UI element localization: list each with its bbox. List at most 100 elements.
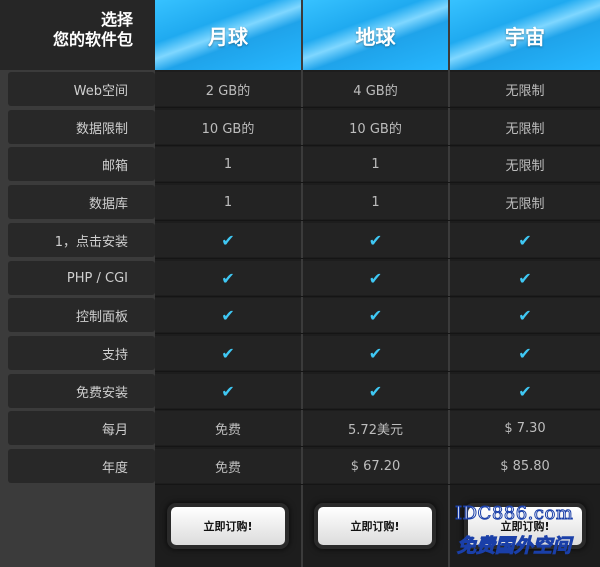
cell-value: 无限制	[505, 121, 545, 137]
row-separator	[155, 107, 600, 108]
feature-cell: 无限制	[450, 147, 600, 181]
feature-cell: 免费	[155, 411, 301, 445]
order-button-moon[interactable]: 立即订购!	[171, 507, 285, 545]
check-icon: ✔	[518, 305, 532, 325]
feature-cell: 1	[155, 147, 301, 181]
feature-cell: 无限制	[450, 185, 600, 219]
check-icon: ✔	[221, 230, 235, 250]
row-label: 支持	[8, 336, 155, 370]
check-icon: ✔	[368, 305, 383, 325]
feature-cell: 1	[303, 185, 448, 219]
row-separator	[155, 333, 600, 334]
cell-value: 10 GB的	[349, 121, 402, 137]
feature-cell-included: ✔	[303, 298, 448, 332]
order-button-label: 立即订购!	[203, 520, 253, 533]
row-label: 控制面板	[8, 298, 155, 332]
cell-value: 4 GB的	[353, 83, 398, 99]
plan-header-earth: 地球	[303, 0, 448, 70]
row-separator	[155, 446, 600, 447]
row-label: Web空间	[8, 72, 155, 106]
row-label: 邮箱	[8, 147, 155, 181]
plan-name: 宇宙	[505, 24, 545, 49]
check-icon: ✔	[518, 230, 532, 250]
feature-cell: $ 7.30	[450, 411, 600, 445]
row-label: 免费安装	[8, 374, 155, 408]
feature-cell: 2 GB的	[155, 72, 301, 106]
cell-value: 无限制	[505, 158, 545, 174]
plan-name: 地球	[355, 24, 396, 49]
feature-cell-included: ✔	[450, 374, 600, 408]
feature-cell-included: ✔	[155, 374, 301, 408]
feature-cell: 4 GB的	[303, 72, 448, 106]
feature-cell: 10 GB的	[155, 110, 301, 144]
order-button-universe[interactable]: 立即订购!	[468, 507, 582, 545]
cell-value: 2 GB的	[205, 83, 251, 99]
row-separator	[155, 409, 600, 410]
feature-cell-included: ✔	[303, 336, 448, 370]
check-icon: ✔	[221, 343, 235, 363]
cell-value: 免费	[214, 422, 241, 438]
feature-cell-included: ✔	[450, 223, 600, 257]
feature-cell-included: ✔	[155, 261, 301, 295]
plan-name: 月球	[208, 24, 248, 49]
feature-cell: $ 67.20	[303, 449, 448, 483]
row-separator	[155, 296, 600, 297]
row-label: 数据库	[8, 185, 155, 219]
check-icon: ✔	[221, 268, 235, 288]
cell-value: 免费	[214, 460, 241, 476]
row-label: 数据限制	[8, 110, 155, 144]
feature-cell: 10 GB的	[303, 110, 448, 144]
table-title-line2: 您的软件包	[52, 30, 133, 49]
order-button-label: 立即订购!	[500, 520, 550, 533]
row-separator	[155, 371, 600, 372]
table-title: 选择 您的软件包	[0, 0, 155, 70]
cell-value: $ 67.20	[350, 458, 401, 474]
row-label: PHP / CGI	[8, 261, 155, 295]
row-separator	[155, 220, 600, 221]
row-separator	[155, 182, 600, 183]
check-icon: ✔	[518, 343, 532, 363]
feature-cell-included: ✔	[155, 336, 301, 370]
row-separator	[155, 258, 600, 259]
cell-value: 1	[223, 156, 233, 172]
feature-cell-included: ✔	[155, 298, 301, 332]
cell-value: $ 7.30	[504, 420, 546, 436]
cell-value: 无限制	[505, 196, 545, 212]
feature-cell-included: ✔	[450, 261, 600, 295]
cell-value: 无限制	[505, 83, 545, 99]
feature-cell: 5.72美元	[303, 411, 448, 445]
check-icon: ✔	[221, 305, 235, 325]
cell-value: 1	[371, 194, 380, 210]
order-button-label: 立即订购!	[350, 520, 400, 533]
cell-value: $ 85.80	[500, 458, 550, 474]
feature-cell: 1	[155, 185, 301, 219]
feature-cell: 1	[303, 147, 448, 181]
row-label: 1，点击安装	[8, 223, 155, 257]
table-title-line1: 选择	[100, 10, 133, 29]
feature-cell-included: ✔	[450, 336, 600, 370]
feature-cell-included: ✔	[303, 223, 448, 257]
cell-value: 1	[223, 194, 233, 210]
feature-cell: 免费	[155, 449, 301, 483]
check-icon: ✔	[368, 268, 383, 288]
row-label: 年度	[8, 449, 155, 483]
feature-cell: 无限制	[450, 72, 600, 106]
row-label: 每月	[8, 411, 155, 445]
check-icon: ✔	[518, 381, 532, 401]
cell-value: 10 GB的	[201, 121, 255, 137]
plan-header-moon: 月球	[155, 0, 301, 70]
feature-cell-included: ✔	[155, 223, 301, 257]
row-separator	[155, 484, 600, 485]
pricing-table: 选择 您的软件包 月球 地球 宇宙 Web空间 2 GB的 4 GB的 无限制 数据限制…	[0, 0, 600, 567]
feature-cell-included: ✔	[450, 298, 600, 332]
order-button-earth[interactable]: 立即订购!	[318, 507, 432, 545]
cell-value: 5.72美元	[348, 422, 403, 438]
check-icon: ✔	[368, 381, 383, 401]
check-icon: ✔	[368, 343, 383, 363]
feature-cell-included: ✔	[303, 374, 448, 408]
plan-header-universe: 宇宙	[450, 0, 600, 70]
cell-value: 1	[371, 156, 380, 172]
check-icon: ✔	[518, 268, 532, 288]
feature-cell: $ 85.80	[450, 449, 600, 483]
feature-cell-included: ✔	[303, 261, 448, 295]
